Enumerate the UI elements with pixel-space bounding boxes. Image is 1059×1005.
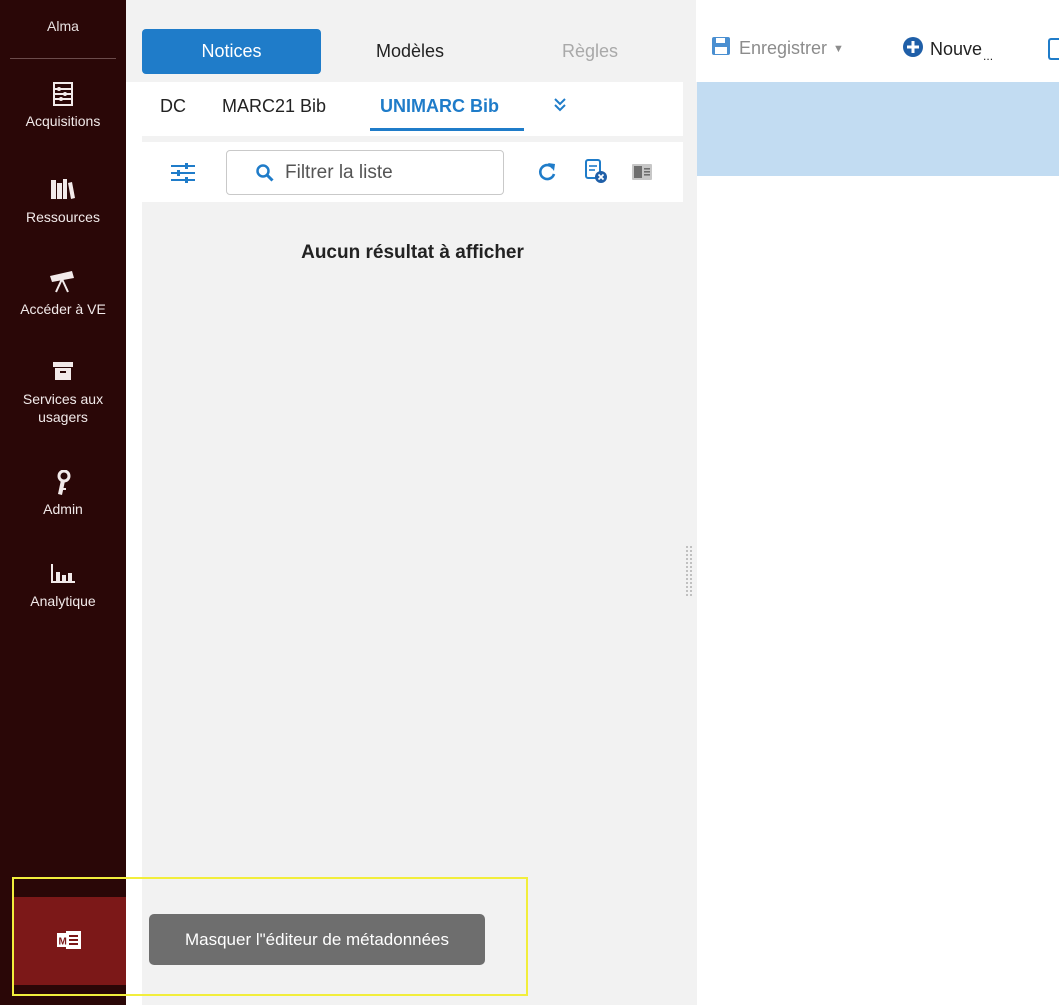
new-label-ellipsis: ... — [983, 48, 994, 63]
toggle-metadata-editor-button[interactable]: M — [12, 897, 126, 985]
splitter-grip-icon[interactable] — [685, 545, 693, 597]
editor-toggle-tooltip: Masquer l"éditeur de métadonnées — [149, 914, 485, 965]
records-panel — [142, 82, 683, 1005]
chevron-down-icon: ▼ — [833, 42, 844, 55]
brand-divider — [10, 58, 116, 59]
main-sidebar: Alma Acquisitions Ressources Accéder à V… — [0, 0, 126, 1005]
sidebar-item-label: Accéder à VE — [20, 301, 106, 317]
sidebar-item-label: Analytique — [30, 593, 96, 609]
search-icon — [256, 164, 274, 187]
empty-results-message: Aucun résultat à afficher — [301, 242, 524, 263]
tab-marc21-bib[interactable]: MARC21 Bib — [222, 96, 326, 117]
toggle-panel-icon[interactable] — [631, 163, 653, 186]
sidebar-item-acceder-ve[interactable]: Accéder à VE — [0, 270, 126, 318]
sidebar-item-analytique[interactable]: Analytique — [0, 562, 126, 610]
tab-regles[interactable]: Règles — [545, 29, 635, 74]
editor-header — [697, 82, 1059, 176]
new-button[interactable]: Nouve ... — [902, 36, 993, 63]
telescope-icon — [0, 270, 126, 296]
tab-notices[interactable]: Notices — [142, 29, 321, 74]
tab-unimarc-bib[interactable]: UNIMARC Bib — [380, 96, 499, 117]
brand-label: Alma — [47, 18, 79, 34]
new-label: Nouve — [930, 39, 983, 59]
refresh-icon[interactable] — [537, 162, 557, 187]
sidebar-item-label: Services aux usagers — [22, 391, 104, 425]
filter-box — [226, 150, 504, 195]
filter-input[interactable] — [285, 160, 485, 186]
save-label: Enregistrer — [739, 38, 828, 58]
key-icon — [0, 470, 126, 496]
sidebar-item-acquisitions[interactable]: Acquisitions — [0, 82, 126, 130]
svg-text:M: M — [59, 936, 67, 947]
tab-dc[interactable]: DC — [160, 96, 186, 117]
filter-settings-icon[interactable] — [170, 163, 196, 188]
sidebar-item-label: Admin — [43, 501, 83, 517]
sidebar-item-admin[interactable]: Admin — [0, 470, 126, 518]
clear-list-icon[interactable] — [584, 159, 608, 190]
save-button[interactable]: Enregistrer ▼ — [711, 36, 844, 61]
metadata-editor-icon: M — [56, 929, 82, 954]
toolbar-overflow-icon[interactable] — [1048, 38, 1059, 60]
sidebar-item-services-usagers[interactable]: Services aux usagers — [0, 360, 126, 426]
more-tabs-icon[interactable] — [553, 96, 567, 117]
archive-box-icon — [0, 360, 126, 386]
sidebar-item-label: Ressources — [26, 209, 100, 225]
sidebar-item-label: Acquisitions — [25, 113, 101, 129]
plus-circle-icon — [902, 36, 924, 63]
bar-chart-icon — [0, 562, 126, 588]
panel-splitter[interactable] — [683, 82, 697, 1005]
sidebar-item-ressources[interactable]: Ressources — [0, 178, 126, 226]
tab-modeles[interactable]: Modèles — [360, 29, 460, 74]
editor-body — [697, 176, 1059, 1005]
books-icon — [0, 178, 126, 204]
active-tab-indicator — [370, 128, 524, 131]
floppy-disk-icon — [711, 36, 731, 61]
abacus-icon — [0, 82, 126, 108]
